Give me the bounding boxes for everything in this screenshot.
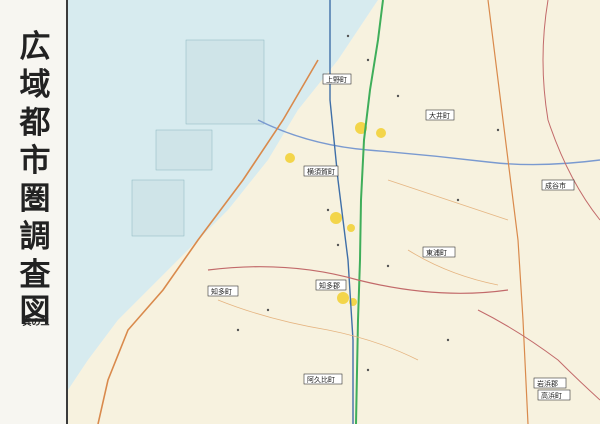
title-char-4: 市 [19,143,51,179]
town-9: 岩浜郡 [537,379,558,388]
built-area-6 [337,292,349,304]
title-char-3: 都 [19,105,51,141]
title-char-1: 広 [19,29,51,65]
town-1: 上野町 [326,75,347,84]
harbor-block-2 [155,129,213,171]
title-char-7: 査 [19,257,51,293]
town-5: 東浦町 [426,248,447,257]
map-sheet: 広 域 都 市 圏 調 査 図 其の二 上野町 大井町 横須賀町 成谷市 東浦町… [0,0,600,424]
built-area-2 [376,128,386,138]
town-4: 成谷市 [545,181,566,190]
town-10: 高浜町 [541,391,562,400]
title-char-2: 域 [19,67,51,103]
town-8: 阿久比町 [307,375,335,384]
town-6: 知多町 [211,287,232,296]
town-3: 横須賀町 [307,167,335,176]
built-area-4 [330,212,342,224]
town-7: 知多郡 [319,281,340,290]
built-area-5 [347,224,355,232]
title-char-6: 調 [19,219,51,255]
town-2: 大井町 [429,111,450,120]
subtitle: 其の二 [22,318,50,328]
harbor-block-1 [185,39,265,125]
harbor-block-3 [131,179,185,237]
built-area-3 [285,153,295,163]
title-bar: 広 域 都 市 圏 調 査 図 其の二 [0,0,68,424]
map-canvas: 上野町 大井町 横須賀町 成谷市 東浦町 知多町 知多郡 阿久比町 岩浜郡 高浜… [68,0,600,424]
title-char-5: 圏 [19,181,51,217]
